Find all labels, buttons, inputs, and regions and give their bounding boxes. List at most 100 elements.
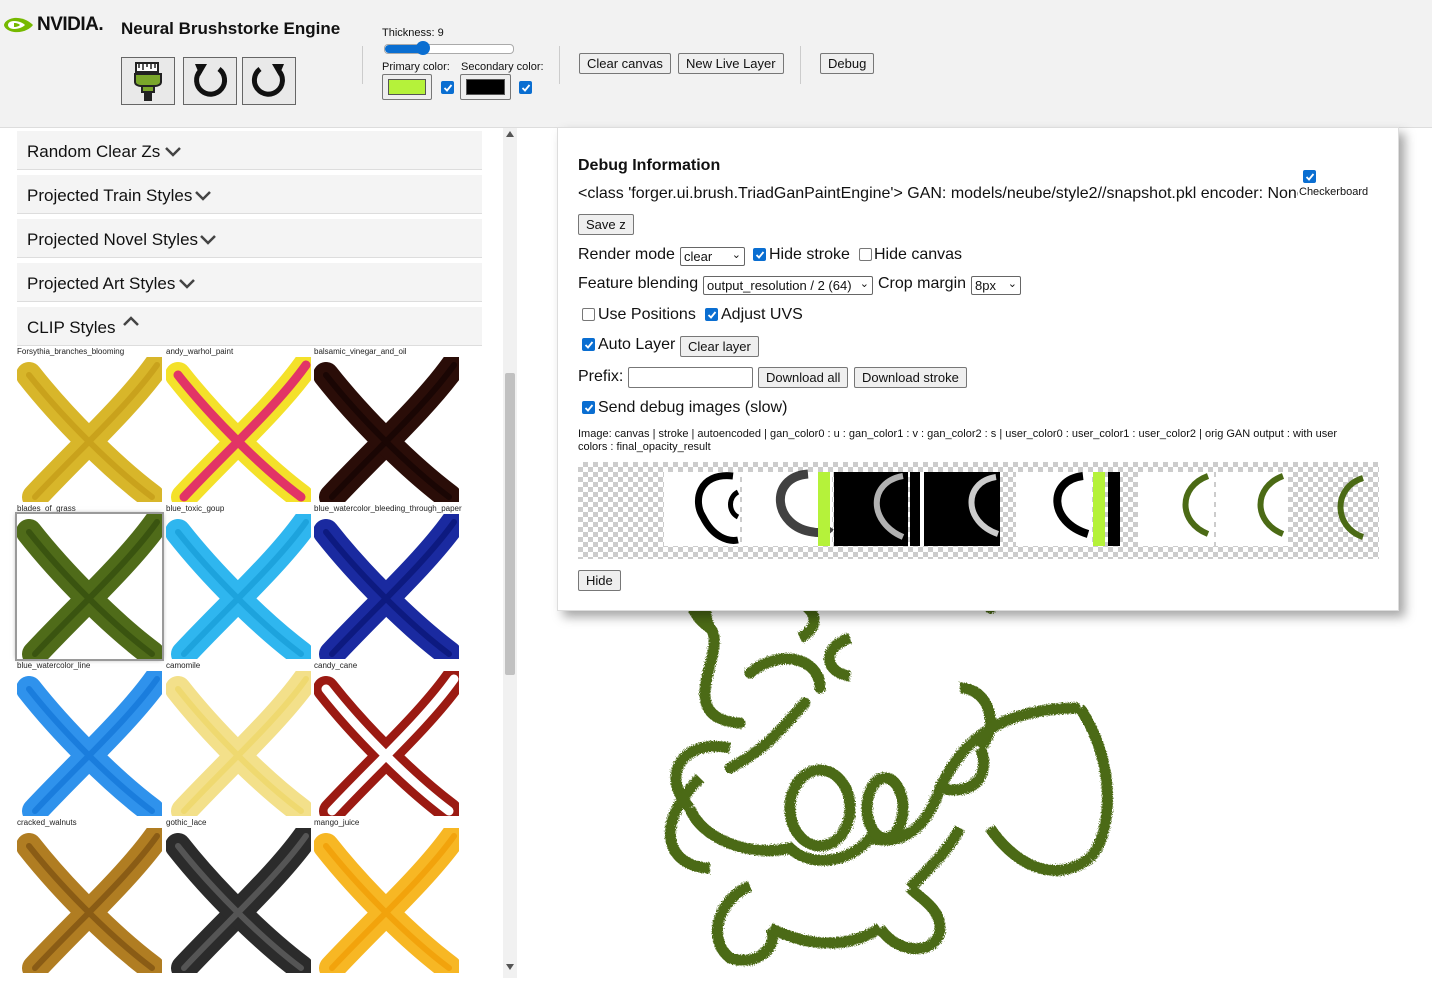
style-sidebar: Random Clear Zs Projected Train Styles P… bbox=[0, 128, 518, 978]
toolbar-divider bbox=[559, 46, 560, 84]
crop-margin-value: 8px bbox=[975, 278, 996, 293]
debug-image-strip-content bbox=[664, 469, 1365, 546]
style-tile[interactable] bbox=[313, 666, 467, 824]
style-tile[interactable] bbox=[313, 509, 467, 667]
style-preview-x bbox=[313, 666, 467, 824]
style-preview-x bbox=[165, 823, 319, 978]
crop-margin-select[interactable]: 8px ⌄ bbox=[971, 276, 1021, 295]
style-tile[interactable] bbox=[16, 823, 170, 978]
style-tile[interactable] bbox=[16, 666, 170, 824]
chevron-down-icon: ⌄ bbox=[859, 278, 869, 290]
style-preview-x bbox=[16, 823, 170, 978]
checkmark-icon bbox=[707, 310, 716, 319]
checkmark-icon bbox=[755, 250, 764, 259]
checkmark-icon bbox=[521, 83, 530, 92]
checkerboard-checkbox[interactable] bbox=[1303, 170, 1316, 183]
auto-layer-checkbox[interactable] bbox=[582, 338, 595, 351]
debug-button[interactable]: Debug bbox=[820, 53, 875, 74]
checkmark-icon bbox=[443, 83, 452, 92]
render-mode-select[interactable]: clear ⌄ bbox=[680, 247, 745, 266]
download-stroke-button[interactable]: Download stroke bbox=[854, 367, 967, 388]
hide-stroke-checkbox[interactable] bbox=[753, 248, 766, 261]
style-preview-x bbox=[165, 352, 319, 510]
brush-tool-button[interactable] bbox=[121, 57, 175, 105]
style-tile[interactable] bbox=[16, 352, 170, 510]
section-clip-styles[interactable]: CLIP Styles bbox=[17, 307, 482, 346]
style-tile-label: camomile bbox=[166, 661, 201, 670]
adjust-uvs-checkbox[interactable] bbox=[705, 308, 718, 321]
engine-info: <class 'forger.ui.brush.TriadGanPaintEng… bbox=[578, 185, 1298, 202]
style-tile-label: cracked_walnuts bbox=[17, 818, 77, 827]
style-tile-label: gothic_lace bbox=[166, 818, 207, 827]
feature-blending-label: Feature blending bbox=[578, 275, 699, 292]
new-live-layer-button[interactable]: New Live Layer bbox=[678, 53, 784, 74]
secondary-color-label: Secondary color: bbox=[461, 61, 544, 73]
adjust-uvs-label: Adjust UVS bbox=[721, 306, 803, 323]
style-tile-label: mango_juice bbox=[314, 818, 360, 827]
style-tile-label: Forsythia_branches_blooming bbox=[17, 347, 125, 356]
chevron-up-icon bbox=[123, 316, 139, 326]
save-z-button[interactable]: Save z bbox=[578, 214, 634, 235]
scroll-up-arrow[interactable] bbox=[506, 131, 514, 137]
section-label: Projected Train Styles bbox=[27, 186, 193, 205]
hide-canvas-label: Hide canvas bbox=[874, 246, 963, 263]
style-preview-x bbox=[313, 509, 467, 667]
checkerboard-label: Checkerboard bbox=[1299, 186, 1369, 198]
section-label: CLIP Styles bbox=[27, 318, 116, 337]
style-preview-x bbox=[313, 352, 467, 510]
use-positions-checkbox[interactable] bbox=[582, 308, 595, 321]
toolbar-divider bbox=[800, 46, 801, 84]
app-title: Neural Brushstorke Engine bbox=[121, 19, 341, 38]
style-tile-label: candy_cane bbox=[314, 661, 358, 670]
primary-color-checkbox[interactable] bbox=[441, 81, 454, 94]
style-tile[interactable] bbox=[165, 352, 319, 510]
section-projected-train-styles[interactable]: Projected Train Styles bbox=[17, 175, 482, 214]
feature-blending-select[interactable]: output_resolution / 2 (64) ⌄ bbox=[703, 276, 873, 295]
style-preview-x bbox=[313, 823, 467, 978]
hide-debug-button[interactable]: Hide bbox=[578, 570, 621, 591]
section-projected-art-styles[interactable]: Projected Art Styles bbox=[17, 263, 482, 302]
undo-button[interactable] bbox=[183, 57, 237, 105]
prefix-label: Prefix: bbox=[578, 368, 624, 385]
thickness-slider-thumb[interactable] bbox=[416, 41, 430, 55]
style-tile[interactable] bbox=[313, 352, 467, 510]
download-all-button[interactable]: Download all bbox=[758, 367, 849, 388]
paint-bucket-icon bbox=[134, 62, 162, 101]
brand-name: NVIDIA. bbox=[37, 14, 104, 35]
chevron-down-icon bbox=[165, 147, 181, 157]
thickness-label: Thickness: 9 bbox=[382, 27, 444, 39]
style-tile[interactable] bbox=[165, 666, 319, 824]
scrollbar-thumb[interactable] bbox=[505, 373, 515, 675]
style-preview-x bbox=[165, 666, 319, 824]
section-projected-novel-styles[interactable]: Projected Novel Styles bbox=[17, 219, 482, 258]
style-tile[interactable] bbox=[165, 509, 319, 667]
primary-color-picker[interactable] bbox=[382, 74, 432, 100]
send-debug-images-checkbox[interactable] bbox=[582, 401, 595, 414]
style-tile[interactable] bbox=[15, 509, 170, 667]
secondary-color-picker[interactable] bbox=[460, 74, 511, 100]
scroll-down-arrow[interactable] bbox=[506, 964, 514, 970]
render-mode-value: clear bbox=[684, 249, 713, 264]
redo-icon bbox=[251, 64, 285, 97]
checkmark-icon bbox=[1305, 172, 1314, 181]
clear-layer-button[interactable]: Clear layer bbox=[680, 336, 759, 357]
hide-canvas-checkbox[interactable] bbox=[859, 248, 872, 261]
toolbar-divider bbox=[362, 46, 363, 84]
chevron-down-icon bbox=[200, 235, 216, 245]
chevron-down-icon: ⌄ bbox=[1007, 278, 1017, 290]
secondary-color-checkbox[interactable] bbox=[519, 81, 532, 94]
clear-canvas-button[interactable]: Clear canvas bbox=[579, 53, 671, 74]
thickness-slider[interactable] bbox=[384, 41, 514, 55]
style-preview-x bbox=[165, 509, 319, 667]
debug-panel: Debug Information <class 'forger.ui.brus… bbox=[557, 127, 1399, 611]
primary-color-swatch bbox=[388, 79, 426, 95]
send-debug-images-label: Send debug images (slow) bbox=[598, 399, 788, 416]
prefix-input[interactable] bbox=[628, 367, 753, 388]
section-random-clear-zs[interactable]: Random Clear Zs bbox=[17, 131, 482, 170]
style-tile[interactable] bbox=[165, 823, 319, 978]
style-tile[interactable] bbox=[313, 823, 467, 978]
debug-title: Debug Information bbox=[578, 157, 721, 174]
redo-button[interactable] bbox=[242, 57, 296, 105]
sidebar-scrollbar[interactable] bbox=[503, 128, 517, 978]
style-preview-x bbox=[16, 666, 170, 824]
